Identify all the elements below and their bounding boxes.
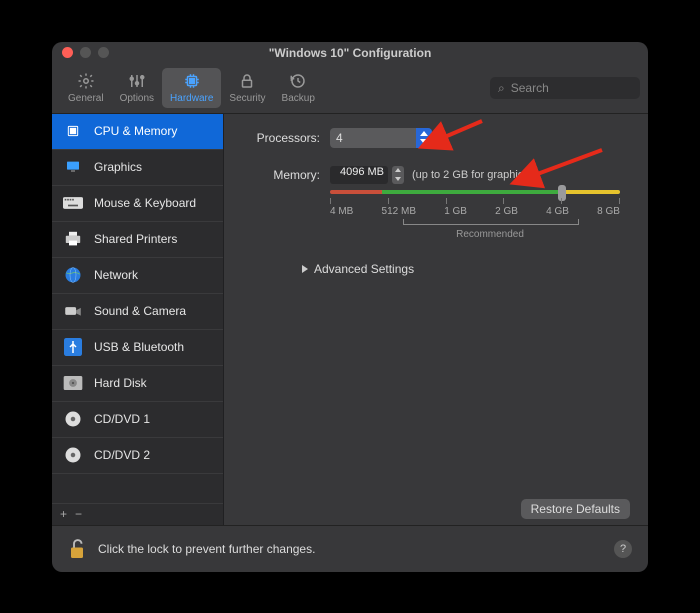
globe-icon: [62, 266, 84, 284]
content-pane: Processors: 4 Memory: 4096 MB: [224, 114, 648, 525]
memory-field[interactable]: 4096 MB: [330, 166, 388, 184]
usb-icon: [62, 338, 84, 356]
tab-backup-label: Backup: [282, 93, 315, 104]
sidebar-item-label: Network: [94, 268, 138, 282]
sidebar-item-shared-printers[interactable]: Shared Printers: [52, 222, 223, 258]
tab-general-label: General: [68, 93, 104, 104]
search-placeholder: Search: [511, 81, 549, 95]
clock-arrow-icon: [288, 72, 308, 90]
sidebar-item-label: Mouse & Keyboard: [94, 196, 196, 210]
sidebar-item-cddvd-1[interactable]: CD/DVD 1: [52, 402, 223, 438]
sidebar-item-graphics[interactable]: Graphics: [52, 150, 223, 186]
sidebar-item-cpu-memory[interactable]: CPU & Memory: [52, 114, 223, 150]
tab-hardware-label: Hardware: [170, 93, 213, 104]
keyboard-icon: [62, 194, 84, 212]
chevron-updown-icon: [416, 128, 432, 148]
camera-icon: [62, 302, 84, 320]
tab-security[interactable]: Security: [221, 68, 273, 108]
stepper-down-icon: [392, 175, 404, 184]
config-window: "Windows 10" Configuration General Optio…: [52, 42, 648, 572]
sidebar-item-usb-bluetooth[interactable]: USB & Bluetooth: [52, 330, 223, 366]
sliders-icon: [127, 72, 147, 90]
sidebar-footer: + −: [52, 503, 223, 525]
top-toolbar: General Options Hardware Security Backup…: [52, 64, 648, 114]
lock-icon: [237, 72, 257, 90]
monitor-icon: [62, 158, 84, 176]
tab-options[interactable]: Options: [112, 68, 162, 108]
help-button[interactable]: ?: [614, 540, 632, 558]
sidebar-item-sound-camera[interactable]: Sound & Camera: [52, 294, 223, 330]
window-title: "Windows 10" Configuration: [52, 46, 648, 60]
titlebar: "Windows 10" Configuration: [52, 42, 648, 64]
sidebar-item-label: CD/DVD 1: [94, 412, 150, 426]
tab-options-label: Options: [120, 93, 154, 104]
hard-disk-icon: [62, 374, 84, 392]
remove-device-button[interactable]: −: [75, 507, 82, 521]
tab-general[interactable]: General: [60, 68, 112, 108]
sidebar-item-label: Shared Printers: [94, 232, 177, 246]
chip-icon: [182, 72, 202, 90]
advanced-settings-label: Advanced Settings: [314, 262, 414, 276]
advanced-settings-toggle[interactable]: Advanced Settings: [302, 262, 630, 276]
processors-select[interactable]: 4: [330, 128, 432, 148]
memory-stepper[interactable]: [392, 166, 404, 184]
tab-security-label: Security: [229, 93, 265, 104]
memory-slider[interactable]: [330, 190, 620, 194]
sidebar-item-label: Hard Disk: [94, 376, 147, 390]
recommended-label: Recommended: [360, 229, 620, 240]
sidebar-item-hard-disk[interactable]: Hard Disk: [52, 366, 223, 402]
printer-icon: [62, 230, 84, 248]
sidebar-item-network[interactable]: Network: [52, 258, 223, 294]
cpu-icon: [62, 122, 84, 140]
padlock-open-icon[interactable]: [68, 538, 86, 560]
tab-backup[interactable]: Backup: [274, 68, 323, 108]
chevron-right-icon: [302, 265, 308, 273]
sidebar-item-label: USB & Bluetooth: [94, 340, 184, 354]
body: CPU & Memory Graphics Mouse & Keyboard S…: [52, 114, 648, 525]
tab-hardware[interactable]: Hardware: [162, 68, 221, 108]
sidebar-item-mouse-keyboard[interactable]: Mouse & Keyboard: [52, 186, 223, 222]
processors-label: Processors:: [242, 131, 320, 145]
search-icon: ⌕: [498, 81, 505, 96]
disc-icon: [62, 446, 84, 464]
footer: Click the lock to prevent further change…: [52, 525, 648, 572]
sidebar-item-label: Graphics: [94, 160, 142, 174]
sidebar-item-label: CPU & Memory: [94, 124, 177, 138]
restore-defaults-button[interactable]: Restore Defaults: [521, 499, 630, 519]
hardware-sidebar: CPU & Memory Graphics Mouse & Keyboard S…: [52, 114, 224, 525]
sidebar-item-cddvd-2[interactable]: CD/DVD 2: [52, 438, 223, 474]
memory-hint: (up to 2 GB for graphics): [412, 169, 532, 181]
stepper-up-icon: [392, 166, 404, 175]
sidebar-item-label: CD/DVD 2: [94, 448, 150, 462]
search-field[interactable]: ⌕ Search: [490, 77, 640, 99]
memory-label: Memory:: [242, 168, 320, 182]
processors-value: 4: [336, 131, 343, 145]
memory-ticks: 4 MB 512 MB 1 GB 2 GB 4 GB 8 GB: [330, 206, 620, 217]
add-device-button[interactable]: +: [60, 507, 67, 521]
sidebar-item-label: Sound & Camera: [94, 304, 186, 318]
lock-hint-text: Click the lock to prevent further change…: [98, 542, 315, 556]
disc-icon: [62, 410, 84, 428]
gear-icon: [76, 72, 96, 90]
